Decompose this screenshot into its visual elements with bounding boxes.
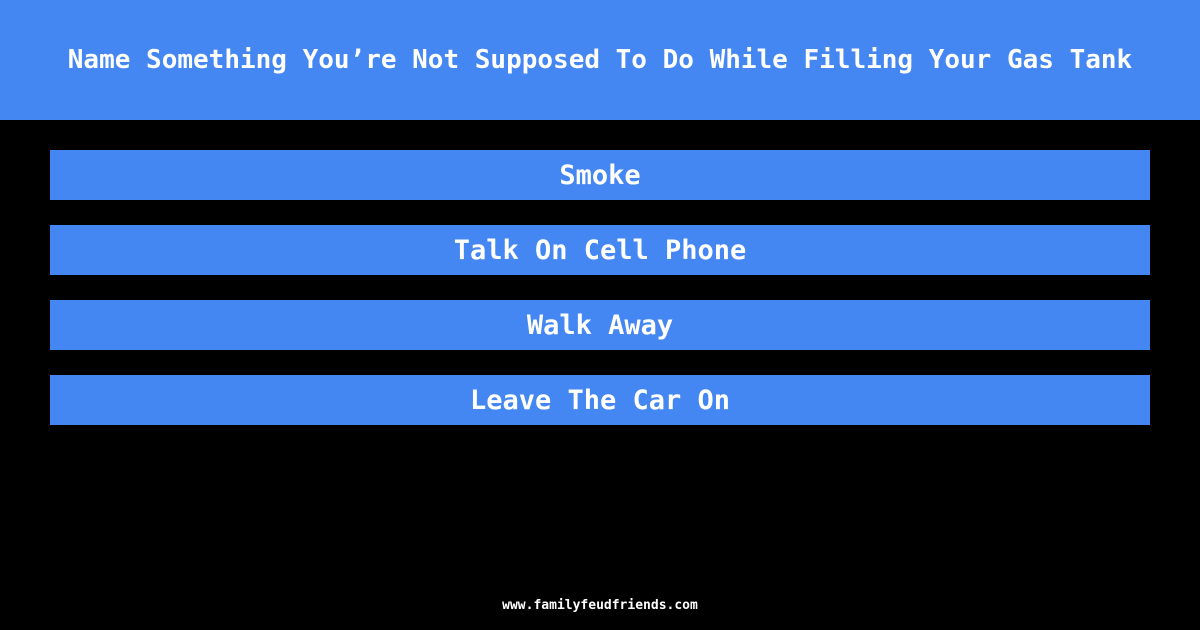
answer-label: Smoke bbox=[559, 159, 641, 191]
site-url: www.familyfeudfriends.com bbox=[502, 598, 698, 613]
answer-bar: Walk Away bbox=[50, 300, 1150, 350]
answer-label: Walk Away bbox=[526, 309, 674, 341]
question-header: Name Something You’re Not Supposed To Do… bbox=[0, 0, 1200, 120]
answer-bar: Talk On Cell Phone bbox=[50, 225, 1150, 275]
question-title: Name Something You’re Not Supposed To Do… bbox=[67, 45, 1133, 75]
answer-list: Smoke Talk On Cell Phone Walk Away Leave… bbox=[50, 150, 1150, 450]
answer-bar: Smoke bbox=[50, 150, 1150, 200]
answer-label: Talk On Cell Phone bbox=[453, 234, 747, 266]
answer-label: Leave The Car On bbox=[469, 384, 731, 416]
answer-bar: Leave The Car On bbox=[50, 375, 1150, 425]
